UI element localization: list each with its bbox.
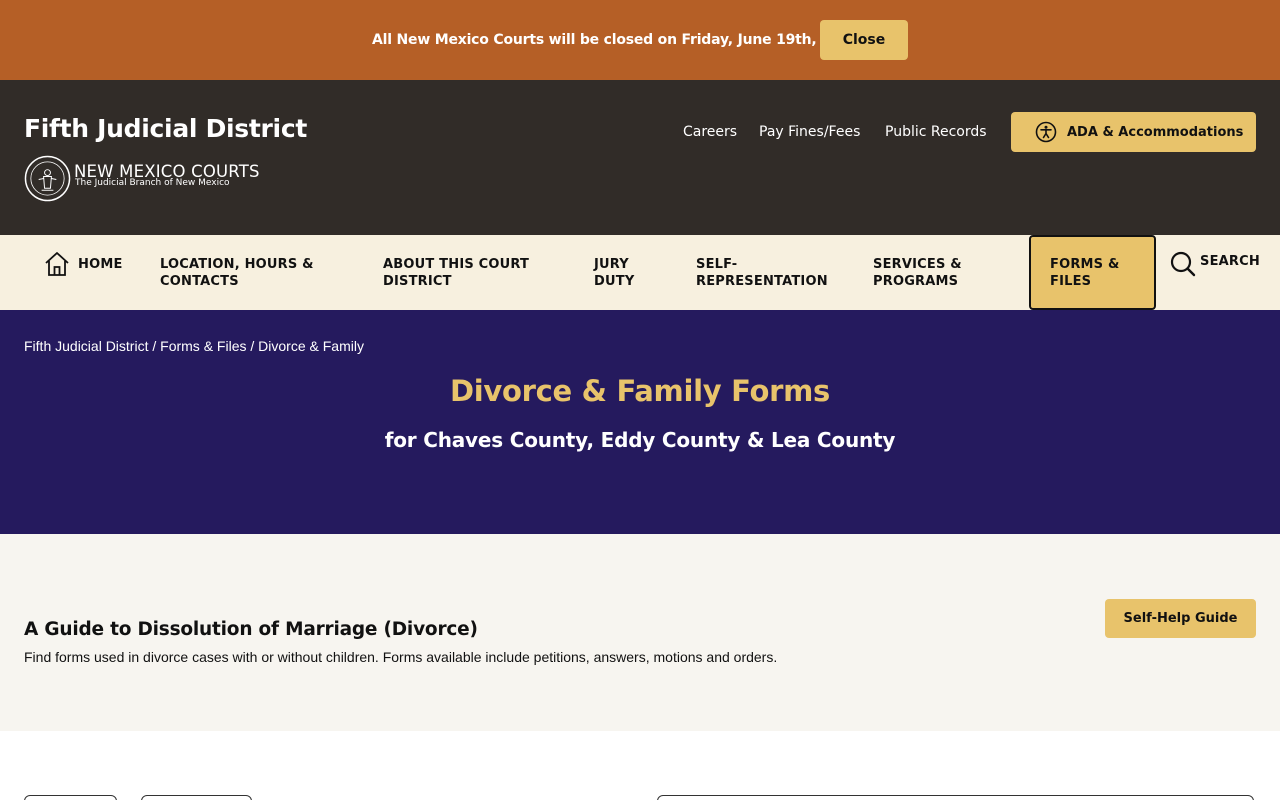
nav-label-line: JURY [594, 257, 629, 272]
site-title[interactable]: Fifth Judicial District [24, 114, 307, 143]
alert-close-button[interactable]: Close [820, 20, 908, 60]
page-title: Divorce & Family Forms [449, 374, 830, 408]
search-icon [1170, 251, 1196, 277]
nav-search-button[interactable]: SEARCH [1170, 250, 1260, 278]
site-header: Fifth Judicial District NEW MEXICO COURT… [0, 80, 1280, 235]
ada-accommodations-button[interactable]: ADA & Accommodations [1011, 112, 1256, 152]
nav-label-line: SELF- [696, 257, 738, 272]
nav-item-forms-files[interactable]: FORMS & FILES [1029, 235, 1156, 310]
nav-label-line: LOCATION, HOURS & [160, 257, 314, 272]
logo-tagline: The Judicial Branch of New Mexico [75, 178, 230, 188]
alert-message: All New Mexico Courts will be closed on … [372, 32, 865, 48]
nav-home-label: HOME [78, 256, 123, 272]
nav-item-jury-duty[interactable]: JURY DUTY [594, 256, 634, 290]
nav-search-label: SEARCH [1200, 253, 1260, 269]
ada-button-label: ADA & Accommodations [1067, 124, 1244, 140]
nav-item-about-court[interactable]: ABOUT THIS COURT DISTRICT [383, 256, 529, 290]
filter-tab[interactable] [24, 795, 117, 800]
new-mexico-courts-seal-icon [24, 155, 71, 202]
nav-label-line: DISTRICT [383, 274, 452, 289]
breadcrumb-current: Divorce & Family [258, 338, 364, 354]
pay-fines-fees-link[interactable]: Pay Fines/Fees [759, 124, 860, 140]
nav-item-self-representation[interactable]: SELF- REPRESENTATION [696, 256, 828, 290]
nav-label-line: FORMS & [1050, 257, 1120, 272]
nav-label-line: PROGRAMS [873, 274, 959, 289]
forms-search-input[interactable] [657, 795, 1254, 800]
section-description: Find forms used in divorce cases with or… [24, 649, 778, 665]
nav-label-line: FILES [1050, 274, 1092, 289]
public-records-link[interactable]: Public Records [885, 124, 987, 140]
breadcrumb-separator: / [246, 338, 259, 354]
nav-label-line: ABOUT THIS COURT [383, 257, 530, 272]
nav-item-home[interactable]: HOME [44, 251, 123, 277]
nav-label-line: DUTY [594, 274, 635, 289]
intro-section: A Guide to Dissolution of Marriage (Divo… [0, 534, 1280, 731]
nav-label-line: SERVICES & [873, 257, 962, 272]
section-title: A Guide to Dissolution of Marriage (Divo… [24, 619, 478, 640]
home-icon [45, 252, 69, 276]
breadcrumb-link-forms-files[interactable]: Forms & Files [160, 338, 246, 354]
nav-label-line: CONTACTS [160, 274, 239, 289]
breadcrumb-separator: / [148, 338, 161, 354]
alert-banner: All New Mexico Courts will be closed on … [0, 0, 1280, 80]
nav-item-services-programs[interactable]: SERVICES & PROGRAMS [873, 256, 962, 290]
accessibility-icon [1035, 121, 1057, 143]
breadcrumb-link-district[interactable]: Fifth Judicial District [24, 338, 148, 354]
careers-link[interactable]: Careers [683, 124, 737, 140]
main-nav: HOME LOCATION, HOURS & CONTACTS ABOUT TH… [0, 235, 1280, 310]
breadcrumb: Fifth Judicial District / Forms & Files … [24, 338, 364, 354]
self-help-guide-button[interactable]: Self-Help Guide [1105, 599, 1256, 638]
nav-label-line: REPRESENTATION [696, 274, 828, 289]
filter-tab[interactable] [141, 795, 252, 800]
page-hero: Fifth Judicial District / Forms & Files … [0, 310, 1280, 534]
page-subtitle: for Chaves County, Eddy County & Lea Cou… [384, 428, 896, 452]
nav-item-location-hours-contacts[interactable]: LOCATION, HOURS & CONTACTS [160, 256, 314, 290]
